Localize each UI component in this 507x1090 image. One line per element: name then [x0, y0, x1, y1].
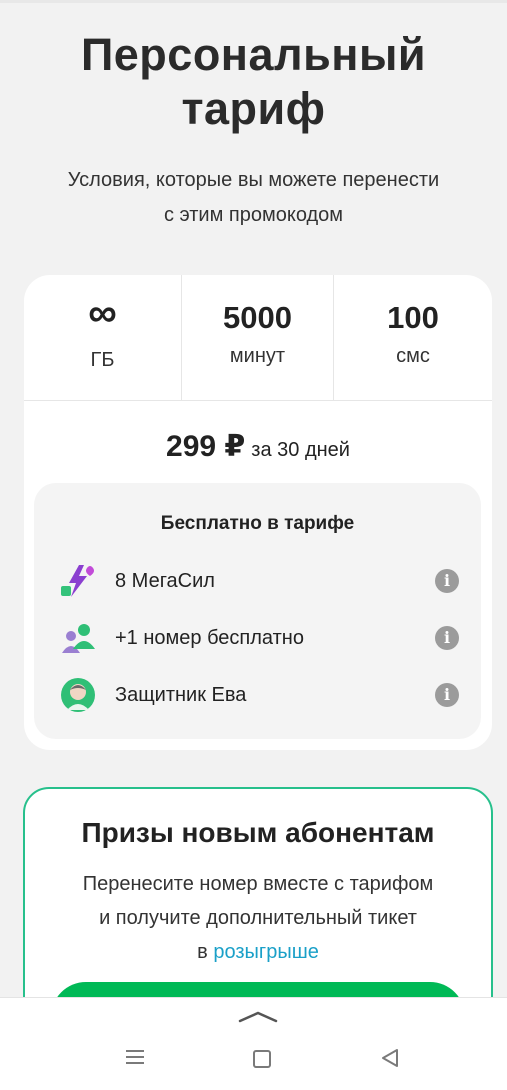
- stat-minutes-unit: минут: [229, 345, 286, 367]
- stat-sms-unit: смс: [396, 345, 430, 367]
- page-title: Персональный тариф: [0, 28, 507, 136]
- info-icon[interactable]: i: [435, 626, 459, 650]
- free-in-tariff-box: Бесплатно в тарифе 8 МегаСил i +1 номер …: [34, 483, 481, 739]
- stat-sms: 100 смс: [333, 275, 492, 400]
- page-title-line-2: тариф: [181, 83, 326, 134]
- free-item-eva-label: Защитник Ева: [115, 683, 247, 706]
- free-item-extra-number: +1 номер бесплатно i: [59, 618, 459, 658]
- raffle-link[interactable]: розыгрыше: [213, 941, 319, 963]
- stat-minutes: 5000 минут: [181, 275, 333, 400]
- free-item-megasila-label: 8 МегаСил: [115, 569, 215, 592]
- stat-internet-unit: ГБ: [90, 349, 115, 371]
- stat-minutes-value: 5000: [223, 300, 292, 335]
- stat-internet-value: ∞: [88, 291, 117, 335]
- page-subtitle-line-1: Условия, которые вы можете перенести: [67, 169, 440, 191]
- prizes-text: Перенесите номер вместе с тарифом и полу…: [45, 867, 471, 969]
- free-in-tariff-title: Бесплатно в тарифе: [160, 513, 355, 534]
- recent-apps-icon[interactable]: [124, 1048, 146, 1066]
- free-item-extra-number-label: +1 номер бесплатно: [115, 626, 304, 649]
- prizes-text-line-1: Перенесите номер вместе с тарифом: [82, 873, 434, 895]
- top-divider: [0, 0, 507, 3]
- free-item-eva: Защитник Ева i: [59, 675, 459, 715]
- eva-avatar-icon: [59, 676, 97, 714]
- stat-internet: ∞ ГБ: [24, 275, 181, 400]
- info-icon[interactable]: i: [435, 683, 459, 707]
- prizes-text-line-2: и получите дополнительный тикет: [99, 907, 417, 929]
- free-item-megasila: 8 МегаСил i: [59, 561, 459, 601]
- system-nav-bar: [0, 997, 507, 1090]
- price-row: 299 ₽ за 30 дней: [24, 429, 492, 464]
- prizes-text-line-3: в розыгрыше: [45, 935, 471, 969]
- page: Персональный тариф Условия, которые вы м…: [0, 0, 507, 1090]
- chevron-up-icon[interactable]: [238, 1010, 278, 1023]
- page-subtitle-line-2: с этим промокодом: [163, 204, 344, 226]
- price-amount: 299 ₽: [166, 430, 246, 463]
- megasila-icon: [59, 562, 97, 600]
- back-icon[interactable]: [380, 1048, 400, 1068]
- tariff-card: ∞ ГБ 5000 минут 100 смс 299 ₽ за 30 дней …: [24, 275, 492, 750]
- extra-number-icon: [59, 619, 97, 657]
- prizes-title: Призы новым абонентам: [81, 817, 435, 848]
- prizes-text-prefix: в: [197, 941, 214, 963]
- page-title-line-1: Персональный: [80, 29, 427, 80]
- page-subtitle: Условия, которые вы можете перенести с э…: [40, 163, 467, 233]
- stat-sms-value: 100: [387, 300, 439, 335]
- price-period: за 30 дней: [251, 439, 350, 461]
- info-icon[interactable]: i: [435, 569, 459, 593]
- home-icon[interactable]: [253, 1050, 271, 1068]
- tariff-stats: ∞ ГБ 5000 минут 100 смс: [24, 275, 492, 401]
